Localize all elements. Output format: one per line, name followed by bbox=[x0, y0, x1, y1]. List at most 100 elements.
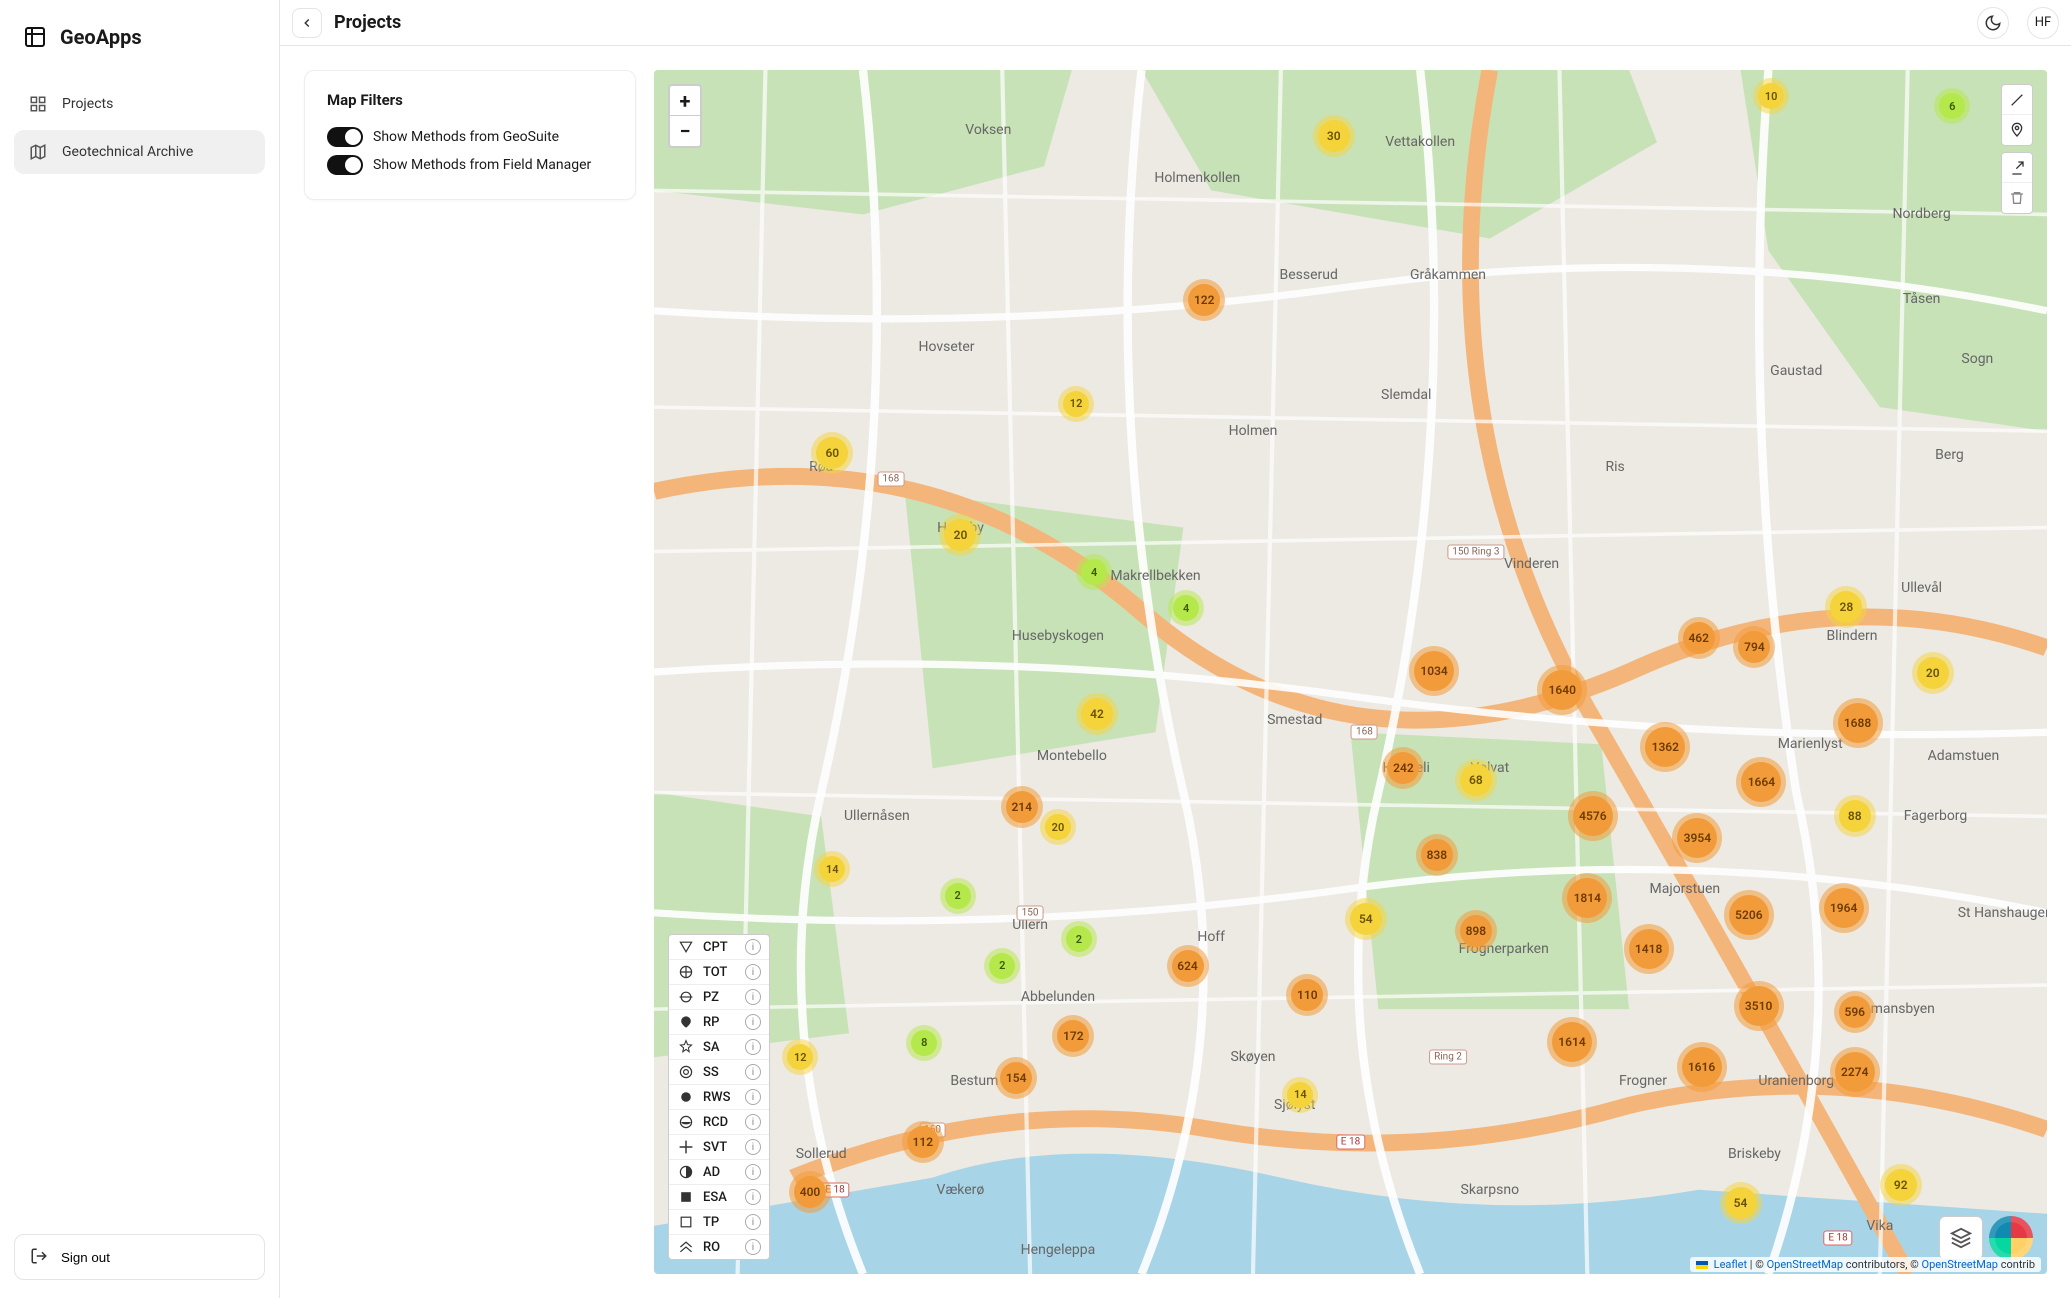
avatar[interactable]: HF bbox=[2027, 7, 2059, 39]
cluster-marker[interactable]: 1664 bbox=[1741, 762, 1781, 802]
leaflet-link[interactable]: Leaflet bbox=[1714, 1258, 1747, 1271]
cluster-marker[interactable]: 4 bbox=[1081, 559, 1107, 585]
cluster-marker[interactable]: 6 bbox=[1939, 93, 1965, 119]
basemap-thumbnail[interactable] bbox=[1989, 1216, 2033, 1260]
info-icon[interactable]: i bbox=[745, 1114, 761, 1130]
toggle-fieldmanager[interactable] bbox=[327, 155, 363, 175]
info-icon[interactable]: i bbox=[745, 1214, 761, 1230]
zoom-in-button[interactable]: + bbox=[670, 86, 700, 116]
toggle-geosuite[interactable] bbox=[327, 127, 363, 147]
road-badge: 168 bbox=[1351, 725, 1378, 740]
cluster-marker[interactable]: 54 bbox=[1350, 903, 1382, 935]
cluster-marker[interactable]: 462 bbox=[1683, 622, 1715, 654]
cluster-marker[interactable]: 14 bbox=[1287, 1082, 1313, 1108]
cluster-marker[interactable]: 68 bbox=[1460, 764, 1492, 796]
legend-row-sa[interactable]: SAi bbox=[669, 1035, 769, 1060]
osm-link[interactable]: OpenStreetMap bbox=[1767, 1258, 1843, 1271]
info-icon[interactable]: i bbox=[745, 1064, 761, 1080]
cluster-marker[interactable]: 5206 bbox=[1729, 895, 1769, 935]
legend-row-rp[interactable]: RPi bbox=[669, 1010, 769, 1035]
cluster-marker[interactable]: 1814 bbox=[1567, 878, 1607, 918]
legend-row-ro[interactable]: ROi bbox=[669, 1235, 769, 1259]
info-icon[interactable]: i bbox=[745, 964, 761, 980]
draw-marker-button[interactable] bbox=[2002, 115, 2032, 145]
info-icon[interactable]: i bbox=[745, 1014, 761, 1030]
cluster-marker[interactable]: 172 bbox=[1057, 1020, 1089, 1052]
edit-button[interactable] bbox=[2002, 153, 2032, 183]
cluster-marker[interactable]: 214 bbox=[1006, 791, 1038, 823]
cluster-marker[interactable]: 624 bbox=[1172, 950, 1204, 982]
draw-line-button[interactable] bbox=[2002, 85, 2032, 115]
legend-row-ss[interactable]: SSi bbox=[669, 1060, 769, 1085]
layers-button[interactable] bbox=[1939, 1216, 1983, 1260]
cluster-marker[interactable]: 838 bbox=[1421, 839, 1453, 871]
zoom-out-button[interactable]: − bbox=[670, 116, 700, 146]
cluster-marker[interactable]: 1362 bbox=[1645, 727, 1685, 767]
cluster-marker[interactable]: 1964 bbox=[1824, 888, 1864, 928]
cluster-marker[interactable]: 28 bbox=[1830, 591, 1862, 623]
cluster-marker[interactable]: 20 bbox=[1045, 814, 1071, 840]
cluster-marker[interactable]: 54 bbox=[1725, 1187, 1757, 1219]
legend-row-tp[interactable]: TPi bbox=[669, 1210, 769, 1235]
cluster-marker[interactable]: 10 bbox=[1758, 83, 1784, 109]
map[interactable]: VoksenVettakollenNordbergSognGaustadSlem… bbox=[654, 70, 2047, 1274]
cluster-marker[interactable]: 30 bbox=[1318, 120, 1350, 152]
info-icon[interactable]: i bbox=[745, 1239, 761, 1255]
cluster-marker[interactable]: 60 bbox=[816, 437, 848, 469]
sidebar-item-geotech-archive[interactable]: Geotechnical Archive bbox=[14, 130, 265, 174]
cluster-marker[interactable]: 154 bbox=[1000, 1062, 1032, 1094]
cluster-marker[interactable]: 400 bbox=[794, 1176, 826, 1208]
cluster-marker[interactable]: 3510 bbox=[1739, 986, 1779, 1026]
signout-button[interactable]: Sign out bbox=[14, 1234, 265, 1280]
cluster-marker[interactable]: 2 bbox=[1066, 926, 1092, 952]
cluster-marker[interactable]: 42 bbox=[1081, 698, 1113, 730]
cluster-marker[interactable]: 596 bbox=[1839, 996, 1871, 1028]
legend-row-pz[interactable]: PZi bbox=[669, 985, 769, 1010]
cluster-marker[interactable]: 1616 bbox=[1682, 1047, 1722, 1087]
cluster-marker[interactable]: 1034 bbox=[1414, 651, 1454, 691]
cluster-marker[interactable]: 122 bbox=[1188, 284, 1220, 316]
legend-row-cpt[interactable]: CPTi bbox=[669, 935, 769, 960]
theme-toggle-button[interactable] bbox=[1977, 7, 2009, 39]
cluster-marker[interactable]: 8 bbox=[911, 1030, 937, 1056]
info-icon[interactable]: i bbox=[745, 1189, 761, 1205]
cluster-marker[interactable]: 2 bbox=[989, 953, 1015, 979]
cluster-marker[interactable]: 1688 bbox=[1838, 703, 1878, 743]
cluster-marker[interactable]: 898 bbox=[1460, 915, 1492, 947]
cluster-marker[interactable]: 112 bbox=[907, 1126, 939, 1158]
info-icon[interactable]: i bbox=[745, 1089, 761, 1105]
legend-row-rcd[interactable]: RCDi bbox=[669, 1110, 769, 1135]
cluster-marker[interactable]: 88 bbox=[1839, 800, 1871, 832]
info-icon[interactable]: i bbox=[745, 1164, 761, 1180]
info-icon[interactable]: i bbox=[745, 989, 761, 1005]
cluster-marker[interactable]: 92 bbox=[1885, 1169, 1917, 1201]
cluster-marker[interactable]: 20 bbox=[944, 519, 976, 551]
back-button[interactable] bbox=[292, 8, 322, 38]
delete-button[interactable] bbox=[2002, 183, 2032, 213]
legend-row-svt[interactable]: SVTi bbox=[669, 1135, 769, 1160]
cluster-marker[interactable]: 4 bbox=[1173, 595, 1199, 621]
cluster-marker[interactable]: 3954 bbox=[1677, 818, 1717, 858]
legend-row-rws[interactable]: RWSi bbox=[669, 1085, 769, 1110]
cluster-marker[interactable]: 1418 bbox=[1629, 929, 1669, 969]
cluster-marker[interactable]: 4576 bbox=[1573, 796, 1613, 836]
cluster-marker[interactable]: 1640 bbox=[1542, 670, 1582, 710]
cluster-marker[interactable]: 12 bbox=[1063, 391, 1089, 417]
legend-row-ad[interactable]: ADi bbox=[669, 1160, 769, 1185]
cluster-marker[interactable]: 2 bbox=[945, 883, 971, 909]
osm-link-2[interactable]: OpenStreetMap bbox=[1922, 1258, 1998, 1271]
cluster-marker[interactable]: 110 bbox=[1291, 979, 1323, 1011]
info-icon[interactable]: i bbox=[745, 1039, 761, 1055]
cluster-marker[interactable]: 1614 bbox=[1552, 1022, 1592, 1062]
cluster-marker[interactable]: 12 bbox=[787, 1044, 813, 1070]
info-icon[interactable]: i bbox=[745, 1139, 761, 1155]
legend-row-tot[interactable]: TOTi bbox=[669, 960, 769, 985]
cluster-marker[interactable]: 242 bbox=[1387, 752, 1419, 784]
cluster-marker[interactable]: 20 bbox=[1917, 657, 1949, 689]
cluster-marker[interactable]: 2274 bbox=[1835, 1052, 1875, 1092]
legend-row-esa[interactable]: ESAi bbox=[669, 1185, 769, 1210]
info-icon[interactable]: i bbox=[745, 939, 761, 955]
cluster-marker[interactable]: 794 bbox=[1738, 631, 1770, 663]
sidebar-item-projects[interactable]: Projects bbox=[14, 82, 265, 126]
cluster-marker[interactable]: 14 bbox=[819, 856, 845, 882]
